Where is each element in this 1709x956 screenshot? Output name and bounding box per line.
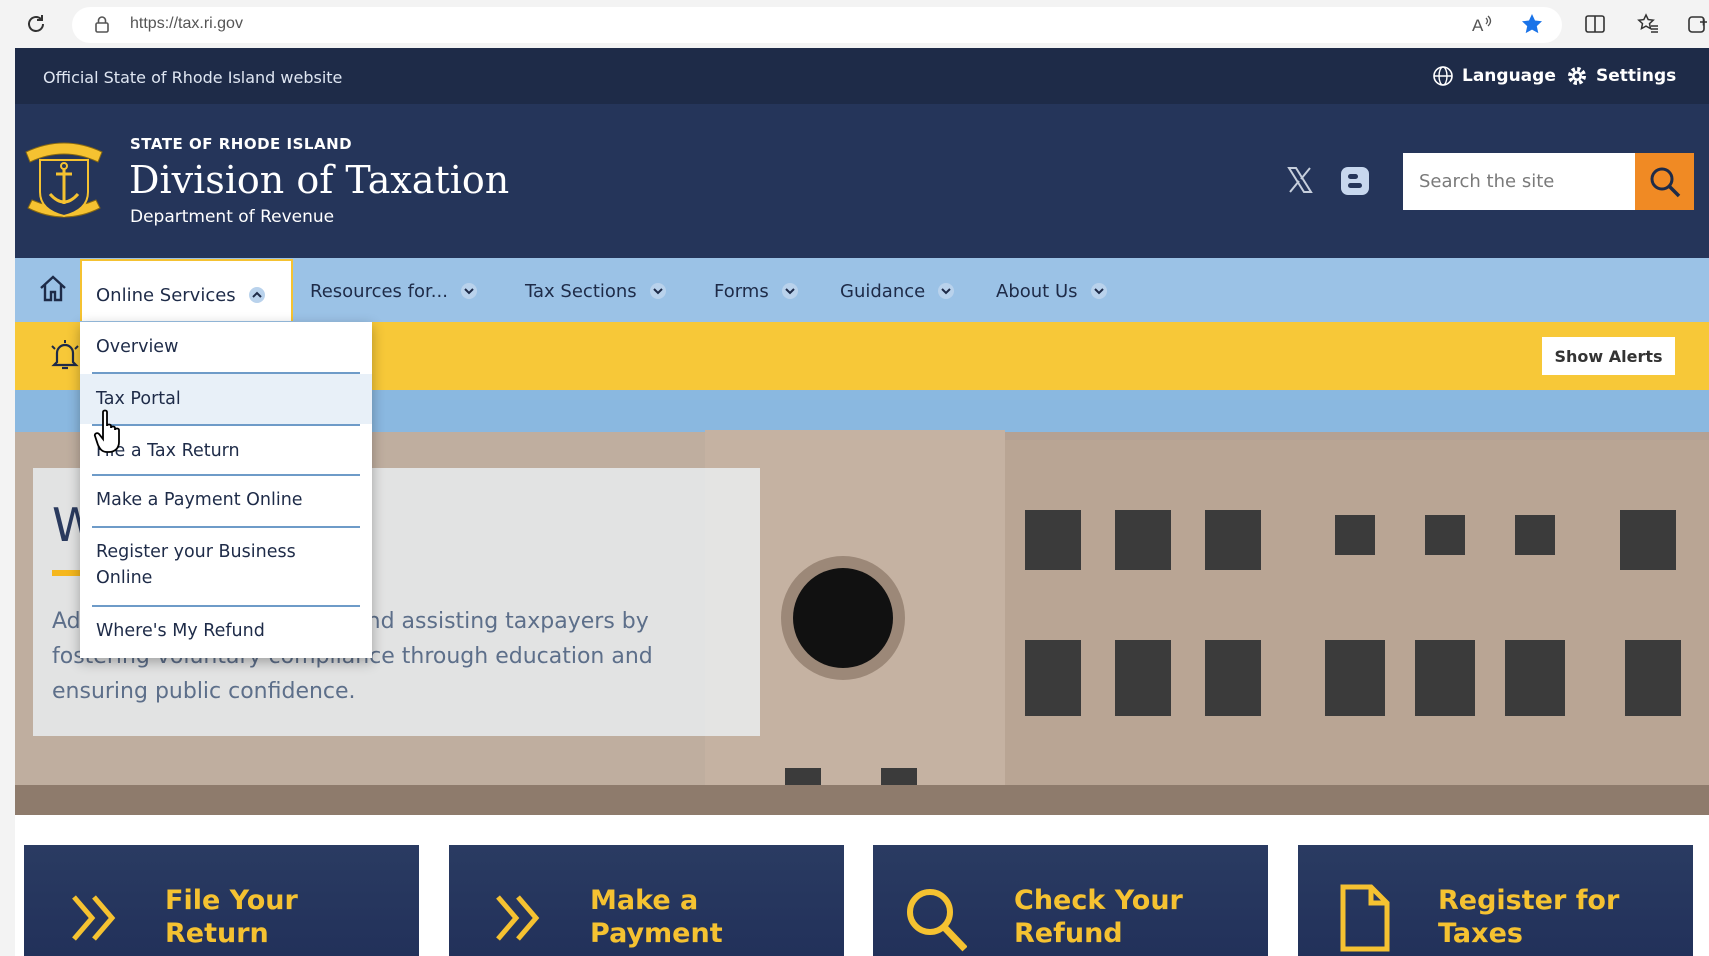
nav-about-us[interactable]: About Us — [996, 278, 1108, 304]
svg-text:A: A — [1472, 16, 1484, 35]
chevron-down-icon — [1090, 283, 1107, 299]
site-title[interactable]: Division of Taxation — [129, 158, 509, 202]
dropdown-divider — [92, 605, 360, 607]
favorites-icon[interactable] — [1636, 12, 1660, 36]
dropdown-item-register-business[interactable]: Register your Business Online — [80, 539, 340, 591]
nav-label: About Us — [996, 280, 1078, 302]
show-alerts-button[interactable]: Show Alerts — [1542, 337, 1675, 375]
read-aloud-icon[interactable]: A — [1470, 12, 1494, 36]
card-label: File Your Return — [165, 885, 298, 949]
dropdown-divider — [92, 526, 360, 528]
settings-button[interactable]: Settings — [1566, 64, 1676, 88]
dropdown-divider — [92, 424, 360, 426]
dropdown-item-make-payment[interactable]: Make a Payment Online — [80, 487, 372, 513]
card-label: Check Your Refund — [1014, 885, 1183, 949]
dropdown-item-overview[interactable]: Overview — [80, 334, 372, 360]
nav-label: Forms — [714, 280, 769, 302]
search-icon — [1650, 167, 1680, 197]
online-services-dropdown: Overview Tax Portal File a Tax Return Ma… — [80, 322, 372, 658]
language-button[interactable]: Language — [1432, 64, 1556, 88]
nav-label: Guidance — [840, 280, 926, 302]
nav-label: Online Services — [96, 284, 236, 306]
x-twitter-icon[interactable] — [1286, 166, 1314, 194]
chevron-down-icon — [781, 283, 798, 299]
double-chevron-icon — [496, 895, 540, 941]
language-label: Language — [1462, 66, 1556, 86]
card-label: Make a Payment — [590, 885, 723, 949]
hand-cursor-icon — [93, 409, 120, 453]
dropdown-item-wheres-my-refund[interactable]: Where's My Refund — [80, 618, 372, 644]
reload-icon[interactable] — [24, 12, 48, 36]
site-subtitle: Department of Revenue — [130, 207, 335, 227]
gear-icon — [1568, 67, 1586, 85]
search-button[interactable] — [1635, 153, 1694, 210]
blogger-icon[interactable] — [1340, 166, 1370, 196]
window-left-edge — [0, 48, 15, 956]
nav-guidance[interactable]: Guidance — [840, 278, 955, 304]
chevron-up-icon — [248, 287, 265, 303]
lock-icon[interactable] — [92, 14, 112, 34]
url-text[interactable]: https://tax.ri.gov — [130, 15, 243, 33]
document-icon — [1340, 884, 1390, 952]
state-name: STATE OF RHODE ISLAND — [130, 135, 353, 153]
nav-label: Tax Sections — [525, 280, 637, 302]
nav-label: Resources for... — [310, 280, 448, 302]
chevron-down-icon — [460, 283, 477, 299]
search-input[interactable] — [1403, 153, 1635, 210]
address-bar[interactable] — [72, 7, 1562, 43]
nav-online-services[interactable]: Online Services — [96, 282, 266, 308]
chevron-down-icon — [649, 283, 666, 299]
magnifier-icon — [907, 889, 967, 952]
dropdown-divider — [92, 474, 360, 476]
official-site-text: Official State of Rhode Island website — [43, 68, 343, 87]
nav-tax-sections[interactable]: Tax Sections — [525, 278, 667, 304]
double-chevron-icon — [72, 895, 116, 941]
settings-label: Settings — [1596, 66, 1677, 86]
globe-icon — [1433, 66, 1453, 86]
chevron-down-icon — [938, 283, 955, 299]
bell-icon — [51, 340, 79, 370]
favorite-star-icon[interactable] — [1520, 12, 1544, 36]
nav-resources-for[interactable]: Resources for... — [310, 278, 478, 304]
split-screen-icon[interactable] — [1583, 12, 1607, 36]
nav-forms[interactable]: Forms — [714, 278, 799, 304]
extensions-icon[interactable] — [1686, 12, 1709, 36]
rhode-island-seal-logo[interactable] — [16, 132, 112, 228]
home-icon[interactable] — [38, 274, 68, 304]
card-label: Register for Taxes — [1438, 885, 1620, 949]
